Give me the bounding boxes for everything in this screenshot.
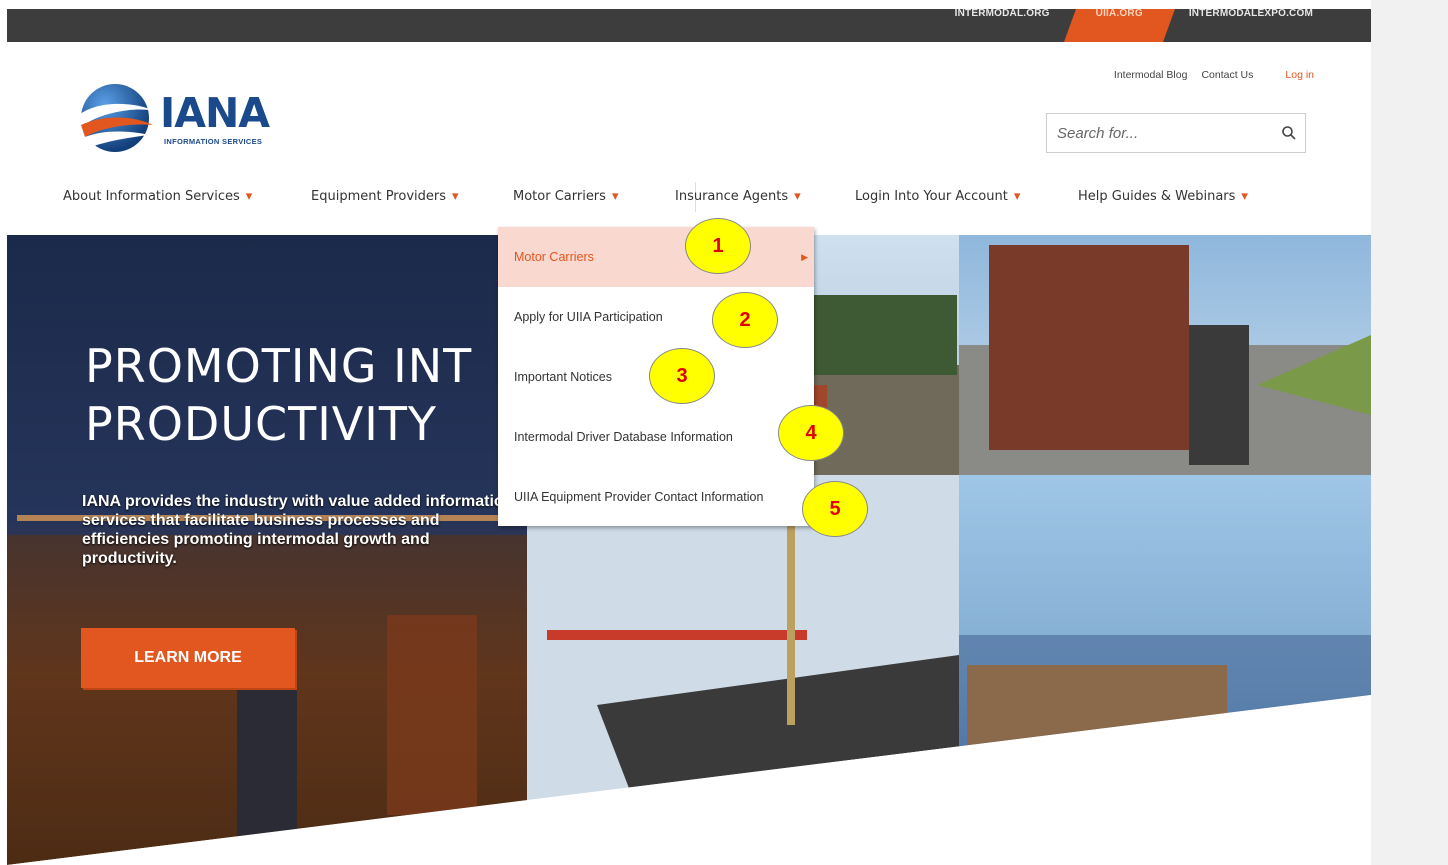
top-bar: INTERMODAL.ORG UIIA.ORG INTERMODALEXPO.C…: [7, 9, 1371, 42]
site-link-intermodalexpo-com[interactable]: INTERMODALEXPO.COM: [1169, 9, 1333, 42]
utility-links: Intermodal Blog Contact Us Log in: [1114, 69, 1314, 81]
site-switcher: INTERMODAL.ORG UIIA.ORG INTERMODALEXPO.C…: [935, 9, 1333, 42]
page: INTERMODAL.ORG UIIA.ORG INTERMODALEXPO.C…: [7, 9, 1371, 865]
dropdown-item-driver-database[interactable]: Intermodal Driver Database Information: [498, 407, 814, 467]
chevron-down-icon: ▾: [245, 189, 253, 204]
hero-title: PROMOTING INT PRODUCTIVITY: [85, 339, 473, 451]
site-link-intermodal-org[interactable]: INTERMODAL.ORG: [935, 9, 1070, 42]
callout-1: 1: [685, 218, 751, 274]
hero-description: IANA provides the industry with value ad…: [82, 493, 514, 567]
chevron-down-icon: ▾: [1241, 189, 1248, 204]
nav-item-login-account[interactable]: Login Into Your Account ▾: [855, 189, 1020, 204]
learn-more-button[interactable]: LEARN MORE: [81, 628, 295, 688]
login-link[interactable]: Log in: [1285, 69, 1314, 81]
callout-3: 3: [649, 348, 715, 404]
dropdown-item-provider-contact[interactable]: UIIA Equipment Provider Contact Informat…: [498, 467, 814, 527]
search-box: [1046, 113, 1306, 153]
chevron-down-icon: ▾: [794, 189, 801, 204]
nav-item-equipment-providers[interactable]: Equipment Providers ▾: [311, 189, 459, 204]
site-link-uiia-org[interactable]: UIIA.ORG: [1070, 9, 1169, 42]
callout-5: 5: [802, 481, 868, 537]
nav-item-insurance-agents[interactable]: Insurance Agents ▾: [675, 189, 801, 204]
intermodal-blog-link[interactable]: Intermodal Blog: [1114, 69, 1188, 81]
chevron-down-icon: ▾: [452, 189, 459, 204]
caret-right-icon: ▶: [801, 252, 808, 262]
contact-us-link[interactable]: Contact Us: [1201, 69, 1253, 81]
nav-item-motor-carriers[interactable]: Motor Carriers ▾: [513, 189, 618, 204]
chevron-down-icon: ▾: [611, 189, 619, 204]
callout-2: 2: [712, 292, 778, 348]
chevron-down-icon: ▾: [1013, 189, 1021, 204]
logo-wordmark[interactable]: IANA: [160, 89, 270, 137]
globe-logo-icon[interactable]: [77, 81, 157, 156]
nav-item-about[interactable]: About Information Services ▾: [63, 189, 252, 204]
callout-4: 4: [778, 405, 844, 461]
search-input[interactable]: [1055, 124, 1279, 143]
nav-item-help-guides[interactable]: Help Guides & Webinars ▾: [1078, 189, 1248, 204]
dropdown-item-motor-carriers[interactable]: Motor Carriers ▶: [498, 227, 814, 287]
right-gutter: [1371, 0, 1448, 865]
search-icon[interactable]: [1281, 125, 1297, 141]
logo-subtitle: INFORMATION SERVICES: [164, 137, 263, 146]
